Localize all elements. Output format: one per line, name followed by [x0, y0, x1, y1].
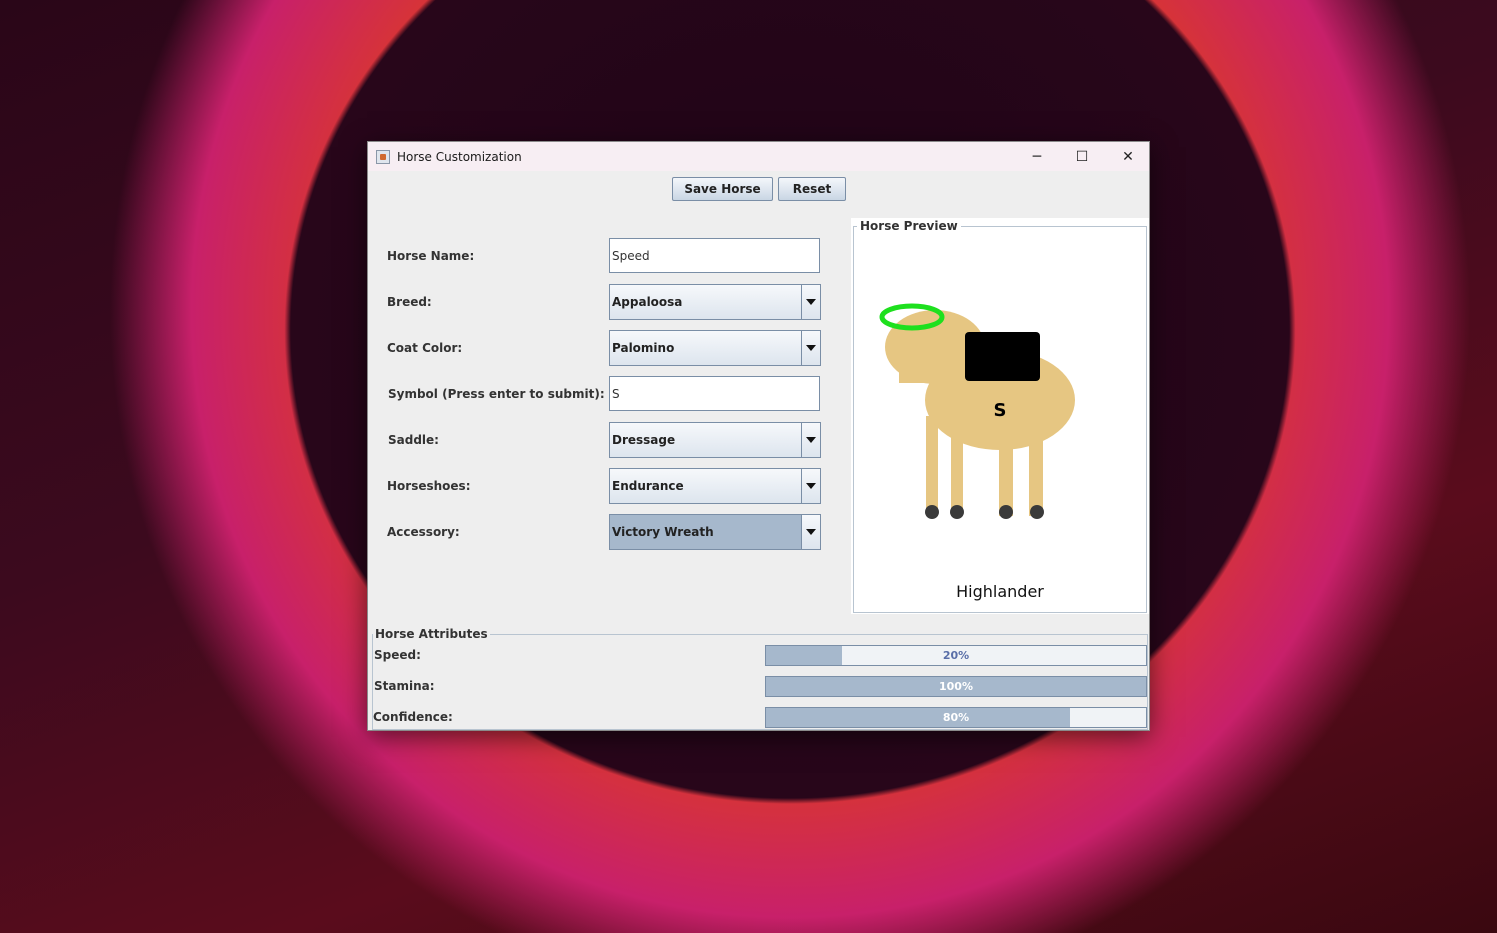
- breed-select[interactable]: Appaloosa: [609, 284, 821, 320]
- horse-saddle: [965, 332, 1040, 381]
- save-horse-button[interactable]: Save Horse: [672, 177, 773, 201]
- maximize-button[interactable]: ☐: [1059, 142, 1105, 171]
- saddle-select[interactable]: Dressage: [609, 422, 821, 458]
- horse-hoof: [999, 505, 1013, 519]
- chevron-down-icon[interactable]: [801, 285, 820, 319]
- coat-color-label: Coat Color:: [387, 341, 463, 355]
- speed-label: Speed:: [374, 648, 421, 662]
- confidence-percent: 80%: [942, 711, 970, 724]
- symbol-label: Symbol (Press enter to submit):: [388, 387, 605, 401]
- horse-symbol: S: [994, 400, 1007, 421]
- close-button[interactable]: ✕: [1105, 142, 1151, 171]
- stamina-progress-bar: 100%: [765, 676, 1147, 697]
- attributes-title: Horse Attributes: [373, 627, 490, 641]
- confidence-label: Confidence:: [373, 710, 453, 724]
- java-app-icon: [376, 149, 390, 164]
- breed-value: Appaloosa: [612, 295, 683, 309]
- horse-leg: [926, 416, 938, 516]
- title-bar[interactable]: Horse Customization ─ ☐ ✕: [368, 142, 1149, 171]
- horseshoes-label: Horseshoes:: [387, 479, 471, 493]
- chevron-down-icon[interactable]: [801, 515, 820, 549]
- window-title: Horse Customization: [397, 149, 522, 164]
- stamina-label: Stamina:: [374, 679, 435, 693]
- reset-button[interactable]: Reset: [778, 177, 846, 201]
- coat-color-value: Palomino: [612, 341, 675, 355]
- coat-color-select[interactable]: Palomino: [609, 330, 821, 366]
- chevron-down-icon[interactable]: [801, 331, 820, 365]
- horse-customization-window: Horse Customization ─ ☐ ✕ Save Horse Res…: [367, 141, 1150, 731]
- breed-label: Breed:: [387, 295, 432, 309]
- minimize-icon: ─: [1032, 148, 1042, 165]
- chevron-down-icon[interactable]: [801, 423, 820, 457]
- horse-hoof: [1030, 505, 1044, 519]
- symbol-input[interactable]: S: [609, 376, 820, 411]
- speed-percent: 20%: [942, 649, 970, 662]
- accessory-select[interactable]: Victory Wreath: [609, 514, 821, 550]
- horse-hoof: [950, 505, 964, 519]
- maximize-icon: ☐: [1075, 148, 1089, 165]
- saddle-value: Dressage: [612, 433, 676, 447]
- horseshoes-select[interactable]: Endurance: [609, 468, 821, 504]
- confidence-progress-bar: 80%: [765, 707, 1147, 728]
- horse-name-input[interactable]: Speed: [609, 238, 820, 273]
- horse-hoof: [925, 505, 939, 519]
- horse-muzzle: [899, 358, 929, 383]
- horse-drawing: S: [879, 303, 1075, 519]
- horse-breed-caption: Highlander: [956, 582, 1044, 601]
- saddle-label: Saddle:: [388, 433, 439, 447]
- accessory-label: Accessory:: [387, 525, 460, 539]
- minimize-button[interactable]: ─: [1014, 142, 1060, 171]
- horseshoes-value: Endurance: [612, 479, 684, 493]
- stamina-percent: 100%: [939, 680, 973, 693]
- chevron-down-icon[interactable]: [801, 469, 820, 503]
- accessory-value: Victory Wreath: [612, 525, 714, 539]
- close-icon: ✕: [1122, 148, 1134, 165]
- horse-preview-panel: Horse Preview S Highlander: [851, 218, 1149, 614]
- horse-name-label: Horse Name:: [387, 249, 475, 263]
- speed-progress-bar: 20%: [765, 645, 1147, 666]
